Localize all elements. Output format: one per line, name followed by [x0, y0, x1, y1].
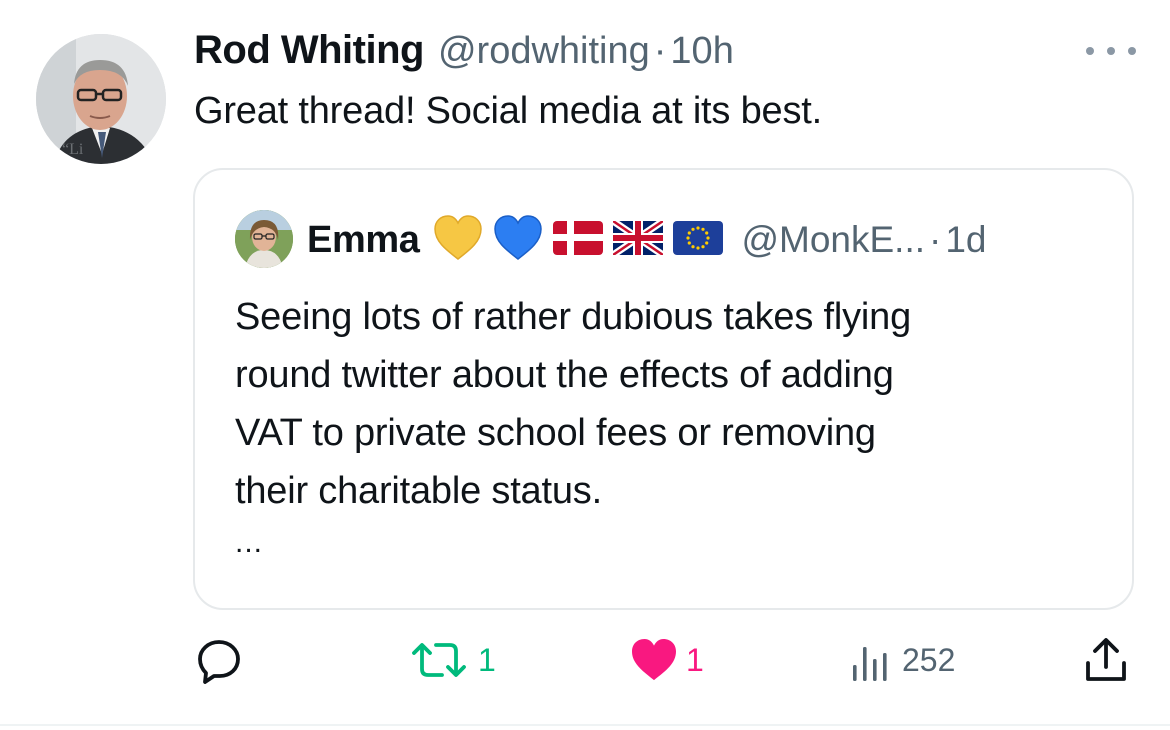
views-button[interactable]: 252: [848, 632, 955, 688]
reply-button[interactable]: [194, 632, 244, 688]
view-count: 252: [902, 641, 956, 678]
blue-heart-icon: [493, 214, 543, 266]
eu-flag-icon: [673, 220, 724, 260]
tweet-text: Great thread! Social media at its best.: [194, 90, 822, 132]
like-button[interactable]: 1: [630, 632, 704, 688]
tweet-timestamp[interactable]: 10h: [670, 30, 733, 73]
quoted-author-avatar[interactable]: [235, 210, 293, 268]
svg-text:“Li: “Li: [62, 141, 84, 158]
quoted-avatar-photo: [235, 210, 293, 268]
author-avatar[interactable]: “Li: [36, 34, 166, 164]
quoted-text-line: Seeing lots of rather dubious takes flyi…: [235, 296, 912, 338]
share-icon: [1086, 638, 1126, 681]
author-handle[interactable]: @rodwhiting: [438, 30, 650, 73]
quoted-text-line: round twitter about the effects of addin…: [235, 354, 894, 396]
quoted-meta-separator: ·: [929, 219, 942, 260]
share-button[interactable]: [1082, 632, 1130, 688]
quoted-author-handle[interactable]: @MonkE...: [741, 219, 925, 261]
denmark-flag-icon: [553, 220, 604, 260]
author-name[interactable]: Rod Whiting: [194, 28, 424, 73]
uk-flag-icon: [611, 217, 666, 260]
tweet-card[interactable]: “Li Rod Whiting @rodwhiting · 10h Great …: [0, 0, 1170, 730]
quoted-text-line: VAT to private school fees or removing: [235, 412, 876, 454]
quoted-tweet-timestamp[interactable]: 1d: [945, 219, 986, 261]
divider: [0, 724, 1170, 726]
yellow-heart-icon: [433, 214, 483, 266]
dot-icon: [1128, 47, 1136, 55]
reply-icon: [198, 640, 240, 684]
quoted-tweet[interactable]: Emma @MonkE... · 1d Seeing lots of rathe…: [193, 168, 1134, 610]
retweet-count: 1: [478, 641, 496, 678]
quoted-text-line: their charitable status.: [235, 470, 602, 512]
quoted-tweet-text: Seeing lots of rather dubious takes flyi…: [235, 288, 1095, 520]
like-count: 1: [686, 641, 704, 678]
tweet-header: Rod Whiting @rodwhiting · 10h: [194, 28, 734, 78]
avatar-photo: “Li: [36, 34, 166, 164]
analytics-icon: [853, 647, 887, 681]
more-options-icon[interactable]: [1086, 36, 1136, 66]
dot-icon: [1086, 47, 1094, 55]
show-more-ellipsis[interactable]: ...: [235, 526, 263, 560]
retweet-button[interactable]: 1: [408, 632, 496, 688]
heart-filled-icon: [632, 638, 676, 681]
quoted-tweet-header: Emma @MonkE... · 1d: [307, 214, 987, 266]
retweet-icon: [412, 643, 466, 677]
dot-icon: [1107, 47, 1115, 55]
quoted-author-name[interactable]: Emma: [307, 219, 420, 262]
meta-separator: ·: [653, 30, 667, 72]
